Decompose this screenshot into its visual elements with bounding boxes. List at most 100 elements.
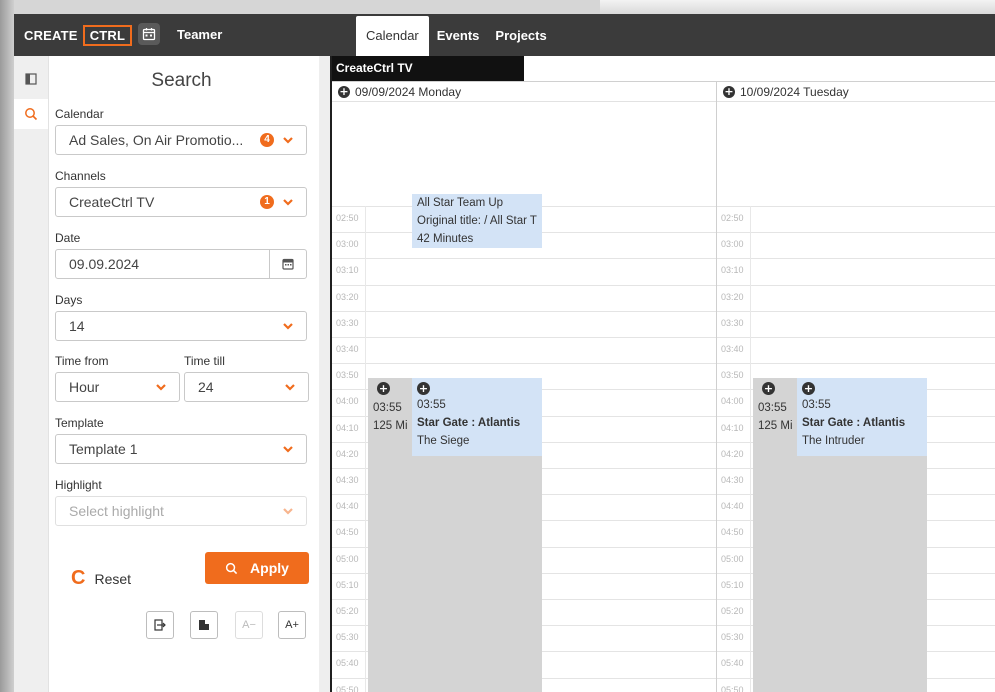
channels-select[interactable]: CreateCtrl TV 1 — [55, 187, 307, 217]
date-picker-button[interactable] — [269, 250, 306, 278]
time-label: 03:20 — [336, 292, 359, 302]
date-label: Date — [55, 231, 81, 245]
font-increase-button[interactable]: A+ — [278, 611, 306, 639]
time-label: 03:40 — [721, 344, 744, 354]
event-title: Star Gate : Atlantis — [802, 417, 906, 429]
reset-icon: C — [71, 567, 86, 589]
time-from-select[interactable]: Hour — [55, 372, 180, 402]
time-row-line — [332, 285, 716, 286]
app-screen: CREATE CTRL Teamer Calendar Events Proje… — [14, 14, 995, 692]
day-header-tuesday[interactable]: + 10/09/2024 Tuesday — [723, 83, 849, 101]
time-label: 03:50 — [721, 370, 744, 380]
time-label: 05:20 — [721, 606, 744, 616]
panel-toggle-icon — [25, 73, 37, 85]
tab-projects[interactable]: Projects — [487, 16, 554, 56]
time-label: 05:00 — [336, 554, 359, 564]
time-till-select[interactable]: 24 — [184, 372, 309, 402]
add-event-icon[interactable]: + — [377, 382, 390, 395]
export-icon — [154, 619, 166, 631]
add-event-icon[interactable]: + — [338, 86, 350, 98]
calendar-app-icon[interactable] — [138, 23, 160, 45]
highlight-label: Highlight — [55, 478, 102, 492]
time-row-line — [717, 232, 995, 233]
add-event-icon[interactable]: + — [762, 382, 775, 395]
days-select[interactable]: 14 — [55, 311, 307, 341]
add-event-icon[interactable]: + — [723, 86, 735, 98]
time-label: 03:10 — [336, 265, 359, 275]
event-all-star-team-up[interactable]: All Star Team Up Original title: / All S… — [412, 194, 542, 248]
time-label: 04:10 — [721, 423, 744, 433]
time-label: 05:30 — [336, 632, 359, 642]
time-label: 05:30 — [721, 632, 744, 642]
app-name: Teamer — [177, 27, 223, 42]
channels-count-badge: 1 — [260, 195, 274, 209]
time-label: 03:50 — [336, 370, 359, 380]
search-rail-button[interactable] — [14, 99, 48, 129]
layout-view-button[interactable] — [190, 611, 218, 639]
template-select[interactable]: Template 1 — [55, 434, 307, 464]
time-label: 03:00 — [721, 239, 744, 249]
time-label: 05:20 — [336, 606, 359, 616]
time-label: 05:00 — [721, 554, 744, 564]
export-view-button[interactable] — [146, 611, 174, 639]
calendar-icon — [142, 28, 156, 41]
time-label: 04:20 — [336, 449, 359, 459]
tab-calendar[interactable]: Calendar — [356, 16, 429, 56]
time-label: 03:00 — [336, 239, 359, 249]
main-tabs: Calendar Events Projects — [356, 16, 555, 56]
event-episode: The Intruder — [802, 435, 865, 447]
add-event-icon[interactable]: + — [802, 382, 815, 395]
program-start-time: 03:55 — [758, 402, 787, 414]
time-label: 04:30 — [721, 475, 744, 485]
add-event-icon[interactable]: + — [417, 382, 430, 395]
program-duration: 125 Mi — [373, 420, 408, 432]
chevron-down-icon — [283, 508, 293, 515]
event-star-gate-the-intruder[interactable]: + 03:55 Star Gate : Atlantis The Intrude… — [797, 378, 927, 456]
calendar-grid: CreateCtrl TV + 09/09/2024 Monday + 10/0… — [330, 56, 995, 692]
device-top-edge — [600, 0, 995, 14]
time-label: 03:30 — [336, 318, 359, 328]
time-row-line — [717, 285, 995, 286]
time-row-line — [717, 258, 995, 259]
tab-events[interactable]: Events — [429, 16, 488, 56]
time-label: 05:10 — [721, 580, 744, 590]
event-title: Star Gate : Atlantis — [417, 417, 521, 429]
header-divider — [332, 101, 995, 102]
time-row-line — [717, 337, 995, 338]
time-row-line — [332, 258, 716, 259]
time-row-line — [332, 337, 716, 338]
brand-logo[interactable]: CREATE CTRL — [24, 25, 133, 46]
days-label: Days — [55, 293, 83, 307]
time-label: 04:20 — [721, 449, 744, 459]
day-header-monday[interactable]: + 09/09/2024 Monday — [338, 83, 461, 101]
search-icon — [25, 108, 38, 121]
search-panel-title: Search — [151, 70, 212, 91]
calendar-icon — [282, 258, 294, 270]
event-title: All Star Team Up — [417, 197, 504, 209]
time-column-divider — [365, 206, 366, 692]
channels-label: Channels — [55, 169, 106, 183]
collapse-panel-button[interactable] — [14, 64, 48, 94]
template-select-value: Template 1 — [69, 441, 138, 457]
calendar-count-badge: 4 — [260, 133, 274, 147]
time-label: 04:00 — [336, 396, 359, 406]
event-original-title: Original title: / All Star T — [417, 215, 537, 227]
font-decrease-button[interactable]: A− — [235, 611, 263, 639]
date-input[interactable]: 09.09.2024 — [55, 249, 307, 279]
brand-prefix: CREATE — [24, 28, 78, 43]
calendar-select[interactable]: Ad Sales, On Air Promotio... 4 — [55, 125, 307, 155]
time-label: 05:40 — [721, 658, 744, 668]
highlight-select[interactable]: Select highlight — [55, 496, 307, 526]
apply-button[interactable]: Apply — [205, 552, 309, 584]
time-label: 03:20 — [721, 292, 744, 302]
time-row-line — [717, 206, 995, 207]
event-star-gate-the-siege[interactable]: + 03:55 Star Gate : Atlantis The Siege — [412, 378, 542, 456]
time-label: 02:50 — [721, 213, 744, 223]
calendar-select-value: Ad Sales, On Air Promotio... — [69, 132, 244, 148]
channel-header: CreateCtrl TV — [332, 56, 524, 81]
time-label: 04:50 — [336, 527, 359, 537]
reset-button[interactable]: C Reset — [71, 567, 131, 590]
chevron-down-icon — [283, 323, 293, 330]
time-row-line — [332, 363, 716, 364]
template-label: Template — [55, 416, 104, 430]
